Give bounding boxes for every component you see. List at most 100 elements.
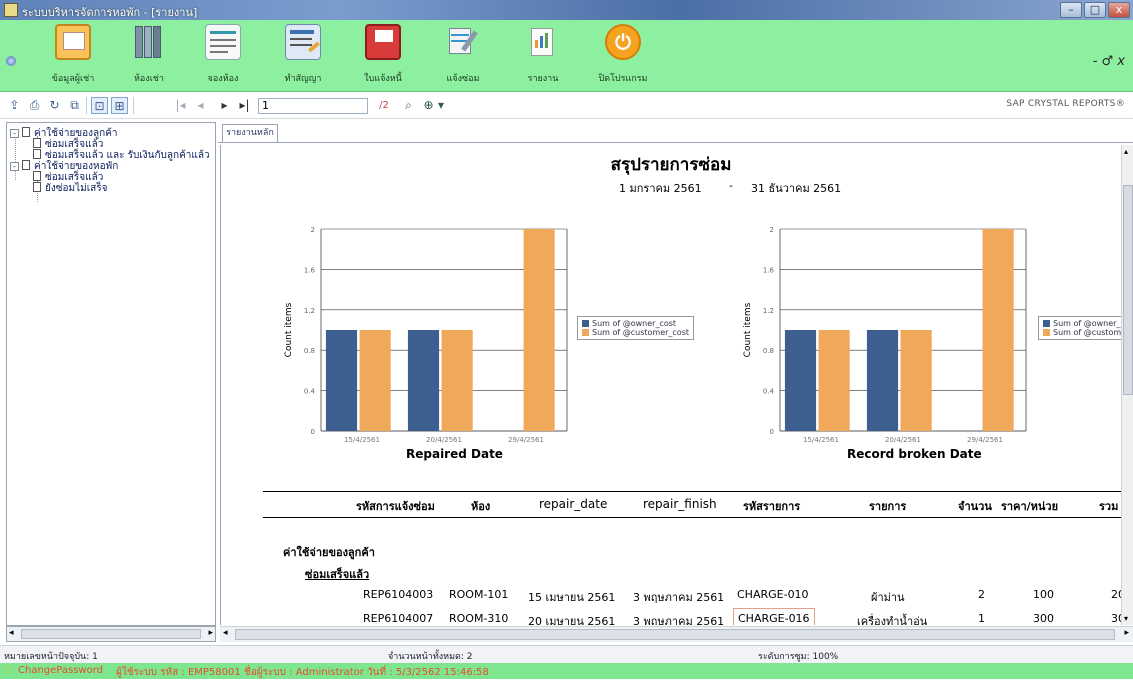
- chart1-legend: Sum of @owner_cost Sum of @customer_cost: [577, 316, 695, 340]
- cell-item-id-selected[interactable]: CHARGE-016: [733, 608, 815, 625]
- x-tick-label: 29/4/2561: [508, 436, 544, 444]
- user-info: ผู้ใช้ระบบ รหัส : EMP58001 ชื่อผู้ระบบ :…: [116, 667, 489, 678]
- scroll-up-icon[interactable]: ▴: [1124, 147, 1128, 156]
- date-separator: -: [729, 179, 733, 192]
- change-password-link[interactable]: ChangePassword: [18, 665, 103, 676]
- close-button[interactable]: x: [1108, 2, 1130, 18]
- col-qty: จำนวน: [958, 500, 992, 513]
- print-icon[interactable]: ⎙: [26, 97, 43, 114]
- zoom-dropdown-icon[interactable]: ▾: [436, 97, 446, 114]
- bar: [818, 330, 850, 431]
- contract-button[interactable]: ทำสัญญา: [270, 22, 336, 90]
- chart1-xlabel: Repaired Date: [406, 447, 503, 461]
- prev-page-icon[interactable]: ◂: [192, 97, 209, 114]
- collapse-icon[interactable]: -: [10, 162, 19, 171]
- group-tree-panel: - ค่าใช้จ่ายของลูกค้า ซ่อมเสร็จแล้ว ซ่อมเ…: [6, 122, 216, 626]
- y-tick-label: 1.2: [763, 307, 774, 315]
- y-tick-label: 1.6: [304, 266, 316, 274]
- invoice-button[interactable]: ใบแจ้งหนี้: [350, 22, 416, 90]
- scroll-right-icon[interactable]: ▸: [1124, 628, 1129, 638]
- power-icon: ⏻: [605, 24, 641, 60]
- tree-node-not-repaired[interactable]: ยังซ่อมไม่เสร็จ: [33, 181, 108, 196]
- report-button[interactable]: รายงาน: [510, 22, 576, 90]
- last-page-icon[interactable]: ▸|: [236, 97, 253, 114]
- scroll-right-icon[interactable]: ▸: [208, 628, 213, 638]
- menu-bullet-icon[interactable]: [6, 56, 16, 66]
- exit-program-button[interactable]: ⏻ ปิดโปรแกรม: [590, 22, 656, 90]
- x-tick-label: 15/4/2561: [344, 436, 380, 444]
- cell-repair-id: REP6104003: [363, 588, 434, 601]
- col-unit-price: ราคา/หน่วย: [1001, 500, 1059, 513]
- chart2-xlabel: Record broken Date: [847, 447, 982, 461]
- report-vertical-scrollbar[interactable]: ▴ ▾: [1121, 145, 1133, 625]
- legend-swatch: [1043, 320, 1050, 327]
- report-horizontal-scrollbar[interactable]: ◂ ▸: [220, 626, 1133, 642]
- refresh-icon[interactable]: ↻: [46, 97, 63, 114]
- report-title: สรุปรายการซ่อม: [610, 155, 732, 175]
- toolbar-separator: [133, 97, 134, 114]
- bottom-bar: ⚿ ChangePassword ผู้ใช้ระบบ รหัส : EMP58…: [0, 663, 1133, 679]
- col-repair-date: repair_date: [539, 497, 608, 511]
- tab-main-report[interactable]: รายงานหลัก: [222, 124, 278, 142]
- maximize-button[interactable]: □: [1084, 2, 1106, 18]
- x-tick-label: 20/4/2561: [885, 436, 921, 444]
- repair-request-button[interactable]: แจ้งซ่อม: [430, 22, 496, 90]
- y-axis-label: Count items: [743, 302, 753, 357]
- document-icon: [22, 160, 30, 170]
- cell-room: ROOM-310: [449, 612, 509, 625]
- repaired-date-chart: Count items 0 0.4 0.8 1.2 1.6 2 15/4/2561 20/4/2…: [284, 226, 568, 444]
- toolbar-separator: [86, 97, 87, 114]
- scroll-left-icon[interactable]: ◂: [9, 628, 14, 638]
- record-broken-date-chart: Count items 0 0.4 0.8 1.2 1.6 2 15/4/2561 20/4/2…: [743, 226, 1027, 444]
- title-bar: ระบบบริหารจัดการหอพัก - [รายงาน] – □ x: [0, 0, 1133, 20]
- document-icon: [22, 127, 30, 137]
- parameter-panel-icon[interactable]: ⊞: [111, 97, 128, 114]
- x-tick-label: 20/4/2561: [426, 436, 462, 444]
- current-page-status: หมายเลขหน้าปัจจุบัน: 1: [4, 652, 98, 662]
- y-tick-label: 2: [770, 226, 774, 234]
- cell-room: ROOM-101: [449, 588, 509, 601]
- cell-item: ผ้าม่าน: [871, 591, 905, 604]
- key-icon: ⚿: [4, 665, 12, 676]
- tenant-info-button[interactable]: ข้อมูลผู้เช่า: [40, 22, 106, 90]
- booking-button[interactable]: จองห้อง: [190, 22, 256, 90]
- cell-qty: 1: [978, 612, 985, 625]
- cell-unit-price: 300: [1033, 612, 1054, 625]
- bar: [407, 330, 440, 431]
- rooms-button[interactable]: ห้องเช่า: [116, 22, 182, 90]
- table-top-line: [263, 491, 1121, 492]
- group-tree-toggle-icon[interactable]: ⊡: [91, 97, 108, 114]
- document-icon: [33, 171, 41, 181]
- scrollbar-thumb[interactable]: [1123, 185, 1133, 395]
- export-icon[interactable]: ⇪: [6, 97, 23, 114]
- binoculars-icon[interactable]: ⌕: [400, 97, 417, 114]
- bar: [441, 330, 473, 431]
- y-tick-label: 0: [770, 428, 774, 436]
- folder-icon: [55, 24, 91, 60]
- bar: [325, 330, 358, 431]
- scrollbar-thumb[interactable]: [21, 629, 201, 639]
- minimize-button[interactable]: –: [1060, 2, 1082, 18]
- y-tick-label: 2: [311, 226, 315, 234]
- invoice-icon: [365, 24, 401, 60]
- table-header-line: [263, 517, 1121, 518]
- cell-total: 30: [1111, 612, 1121, 625]
- y-tick-label: 0: [311, 428, 315, 436]
- date-to: 31 ธันวาคม 2561: [751, 182, 842, 195]
- first-page-icon[interactable]: |◂: [172, 97, 189, 114]
- zoom-status: ระดับการซูม: 100%: [758, 652, 839, 662]
- y-tick-label: 0.8: [304, 347, 315, 355]
- zoom-icon[interactable]: ⊕: [420, 97, 437, 114]
- bar: [866, 330, 899, 431]
- report-icon: [525, 24, 561, 60]
- mdi-child-controls[interactable]: - ♂ x: [1093, 54, 1125, 69]
- scrollbar-thumb[interactable]: [235, 629, 1115, 640]
- collapse-icon[interactable]: -: [10, 129, 19, 138]
- cell-repair-finish: 3 พฤษภาคม 2561: [633, 591, 725, 604]
- copy-icon[interactable]: ⧉: [66, 97, 83, 114]
- tree-horizontal-scrollbar[interactable]: ◂ ▸: [6, 626, 216, 642]
- page-number-input[interactable]: 1: [258, 98, 368, 114]
- next-page-icon[interactable]: ▸: [216, 97, 233, 114]
- scroll-down-icon[interactable]: ▾: [1124, 614, 1128, 623]
- scroll-left-icon[interactable]: ◂: [223, 628, 228, 638]
